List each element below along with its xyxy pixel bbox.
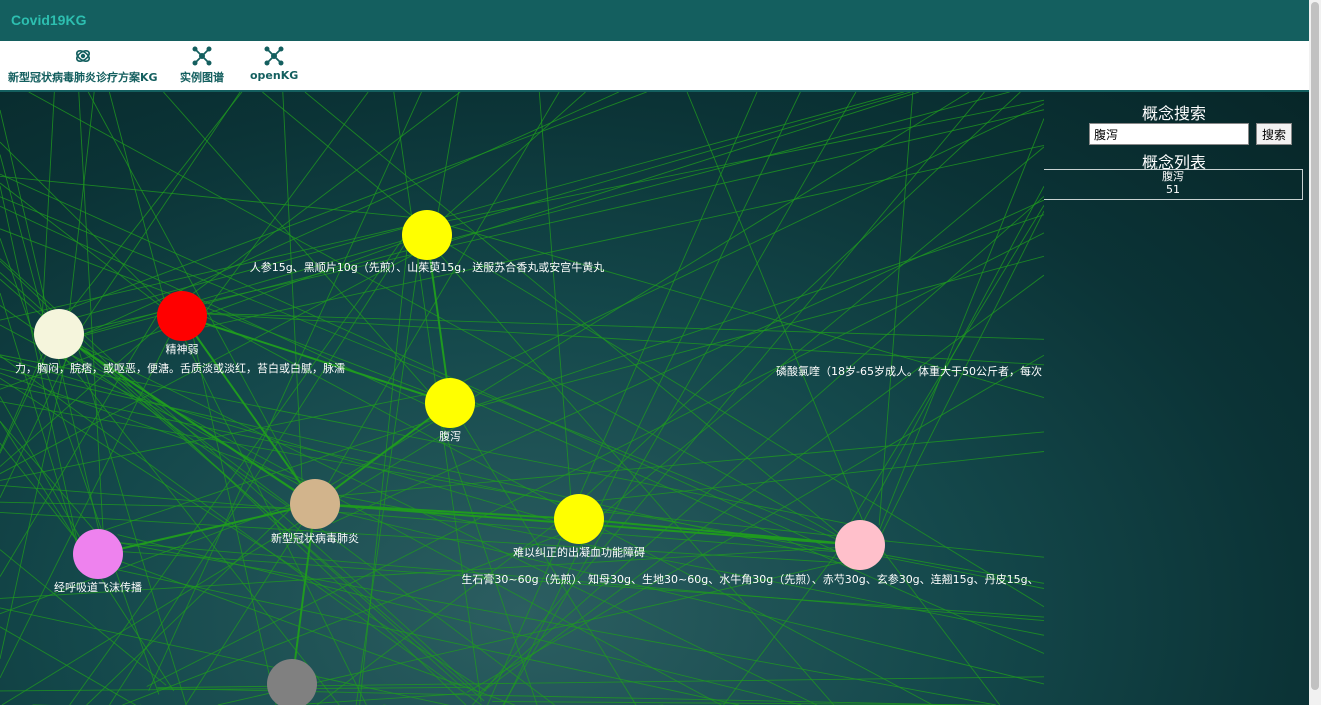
graph-edge xyxy=(869,533,1001,705)
graph-edge xyxy=(483,274,1044,692)
graph-edge xyxy=(503,92,801,705)
graph-edge xyxy=(0,314,173,467)
result-count: 51 xyxy=(1166,183,1180,196)
graph-edge xyxy=(65,92,95,340)
graph-edge xyxy=(28,92,859,548)
graph-edge xyxy=(411,99,1044,229)
top-header: Covid19KG xyxy=(0,0,1309,41)
graph-node[interactable] xyxy=(267,659,317,705)
graph-stage: 人参15g、黑顺片10g（先煎）、山茱萸15g，送服苏合香丸或安宫牛黄丸精神弱力… xyxy=(0,92,1309,705)
graph-edge xyxy=(879,118,1044,530)
graph-edge xyxy=(686,92,877,555)
graph-node[interactable] xyxy=(835,520,885,570)
graph-edge xyxy=(294,92,970,508)
nav-label: openKG xyxy=(250,69,299,82)
graph-edge xyxy=(189,323,277,705)
nav-label: 新型冠状病毒肺炎诊疗方案KG xyxy=(8,71,158,84)
graph-edge xyxy=(311,505,1044,685)
graph-node[interactable] xyxy=(554,494,604,544)
nav-openkg[interactable]: openKG xyxy=(250,45,298,82)
search-input[interactable] xyxy=(1089,123,1249,145)
page-scrollbar[interactable] xyxy=(1309,0,1321,705)
nav-covid-kg[interactable]: 新型冠状病毒肺炎诊疗方案KG xyxy=(8,45,158,85)
graph-node[interactable] xyxy=(34,309,84,359)
graph-edge xyxy=(177,144,1044,334)
graph-edge xyxy=(439,92,920,246)
graph-edge xyxy=(41,92,55,329)
graph-edge xyxy=(148,92,422,692)
graph-edge xyxy=(0,238,160,695)
concept-search-title: 概念搜索 xyxy=(1141,104,1206,123)
graph-edge xyxy=(55,92,904,324)
graph-network-icon xyxy=(250,45,298,69)
app-title[interactable]: Covid19KG xyxy=(11,12,86,28)
graph-edge xyxy=(0,512,851,564)
graph-network-icon xyxy=(180,45,224,69)
nav-instance-graph[interactable]: 实例图谱 xyxy=(180,45,224,85)
graph-node-label: 新型冠状病毒肺炎 xyxy=(271,532,359,545)
graph-node-label: 力，胸闷，脘痞，或呕恶，便溏。舌质淡或淡红，苔白或白腻，脉濡 xyxy=(15,362,345,375)
search-button[interactable]: 搜索 xyxy=(1256,123,1292,145)
graph-edge xyxy=(436,92,460,221)
graph-edge xyxy=(578,518,861,546)
nav-label: 实例图谱 xyxy=(180,71,224,84)
graph-canvas[interactable] xyxy=(0,92,1044,705)
graph-node[interactable] xyxy=(402,210,452,260)
graph-node-label: 人参15g、黑顺片10g（先煎）、山茱萸15g，送服苏合香丸或安宫牛黄丸 xyxy=(249,261,605,274)
graph-node-label: 经呼吸道飞沫传播 xyxy=(54,581,142,594)
result-name: 腹泻 xyxy=(1162,170,1184,183)
graph-node-label: 腹泻 xyxy=(439,430,461,443)
graph-edge xyxy=(578,451,1044,504)
graph-node[interactable] xyxy=(425,378,475,428)
graph-edge xyxy=(424,92,586,236)
scrollbar-thumb[interactable] xyxy=(1311,2,1319,690)
graph-edge xyxy=(78,92,105,550)
atom-icon xyxy=(8,45,158,69)
graph-edge xyxy=(108,92,166,303)
graph-edge xyxy=(0,141,169,310)
graph-node-label: 生石膏30~60g（先煎）、知母30g、生地30~60g、水牛角30g（先煎）、… xyxy=(461,573,1039,586)
graph-node[interactable] xyxy=(157,291,207,341)
graph-edge xyxy=(0,175,435,221)
graph-edge xyxy=(0,330,73,659)
graph-node-label: 难以纠正的出凝血功能障碍 xyxy=(513,546,645,559)
nav-bar: 新型冠状病毒肺炎诊疗方案KG 实例图谱 openKG xyxy=(0,41,1309,92)
knowledge-graph[interactable]: 人参15g、黑顺片10g（先煎）、山茱萸15g，送服苏合香丸或安宫牛黄丸精神弱力… xyxy=(0,92,1044,705)
graph-edge xyxy=(307,431,1044,499)
search-panel: 概念搜索 搜索 概念列表 腹泻 51 xyxy=(1044,92,1309,705)
graph-edge xyxy=(450,391,1044,654)
graph-node[interactable] xyxy=(73,529,123,579)
graph-edge xyxy=(466,354,1044,693)
graph-edge xyxy=(492,701,990,705)
graph-edge xyxy=(122,533,562,705)
list-item[interactable]: 腹泻 51 xyxy=(1044,169,1303,200)
graph-edge xyxy=(418,230,835,705)
graph-node-label: 精神弱 xyxy=(165,343,199,356)
graph-node[interactable] xyxy=(290,479,340,529)
graph-node-label: 磷酸氯喹（18岁-65岁成人。体重大于50公斤者，每次 xyxy=(776,365,1042,378)
